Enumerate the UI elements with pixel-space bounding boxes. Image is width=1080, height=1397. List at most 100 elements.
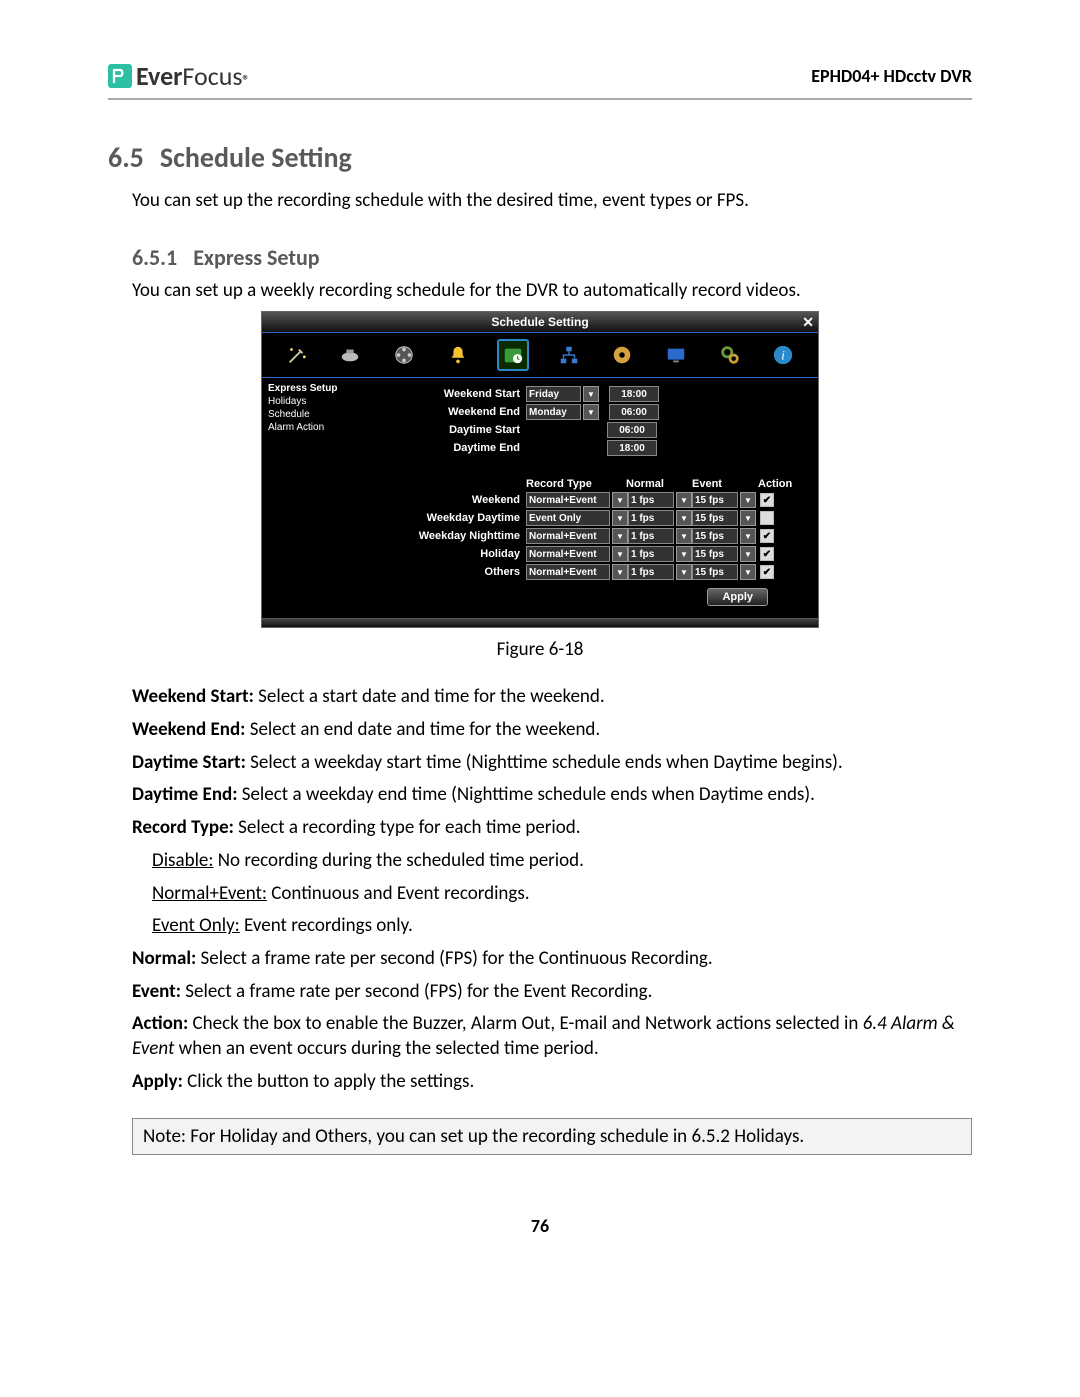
action-checkbox[interactable]: ✔ <box>760 547 774 561</box>
dropdown-icon[interactable]: ▼ <box>612 564 628 580</box>
field-label: Weekend Start <box>360 388 526 400</box>
time-field[interactable]: 18:00 <box>609 386 659 402</box>
time-field[interactable]: 06:00 <box>609 404 659 420</box>
dropdown-icon[interactable]: ▼ <box>676 546 692 562</box>
section-title: Schedule Setting <box>160 140 352 175</box>
logo-icon <box>108 63 132 87</box>
brand-text-bold: Ever <box>136 60 182 92</box>
action-checkbox[interactable] <box>760 511 774 525</box>
window-titlebar: Schedule Setting ✕ <box>262 312 818 332</box>
record-row: HolidayNormal+Event▼1 fps▼15 fps▼✔ <box>360 546 808 562</box>
dropdown-icon[interactable]: ▼ <box>612 546 628 562</box>
normal-fps-select[interactable]: 1 fps <box>628 492 674 508</box>
event-fps-select[interactable]: 15 fps <box>692 564 738 580</box>
record-type-option: Normal+Event: Continuous and Event recor… <box>152 882 972 907</box>
window-title: Schedule Setting <box>491 315 588 329</box>
apply-button[interactable]: Apply <box>707 588 768 606</box>
row-label: Weekday Daytime <box>360 512 526 524</box>
record-type-option: Event Only: Event recordings only. <box>152 914 972 939</box>
event-fps-select[interactable]: 15 fps <box>692 510 738 526</box>
subsection-heading: 6.5.1 Express Setup <box>132 244 972 271</box>
day-select[interactable]: Friday <box>526 386 581 402</box>
record-row: OthersNormal+Event▼1 fps▼15 fps▼✔ <box>360 564 808 580</box>
sidebar-item[interactable]: Alarm Action <box>268 421 344 434</box>
row-label: Weekend <box>360 494 526 506</box>
dropdown-icon[interactable]: ▼ <box>612 510 628 526</box>
dropdown-icon[interactable]: ▼ <box>740 510 756 526</box>
action-checkbox[interactable]: ✔ <box>760 565 774 579</box>
close-icon[interactable]: ✕ <box>802 314 814 331</box>
field-label: Weekend End <box>360 406 526 418</box>
record-type-select[interactable]: Normal+Event <box>526 564 610 580</box>
dropdown-icon[interactable]: ▼ <box>740 564 756 580</box>
dropdown-icon[interactable]: ▼ <box>740 546 756 562</box>
bell-icon[interactable] <box>444 341 472 369</box>
definition-item: Daytime End: Select a weekday end time (… <box>132 783 972 808</box>
row-label: Weekday Nighttime <box>360 530 526 542</box>
time-field[interactable]: 18:00 <box>607 440 657 456</box>
record-type-select[interactable]: Normal+Event <box>526 546 610 562</box>
col-header: Event <box>692 478 758 490</box>
wand-icon[interactable] <box>283 341 311 369</box>
sidebar-item[interactable]: Schedule <box>268 408 344 421</box>
gear-icon[interactable] <box>716 341 744 369</box>
definition-item: Weekend End: Select an end date and time… <box>132 718 972 743</box>
dropdown-icon[interactable]: ▼ <box>676 492 692 508</box>
dropdown-icon[interactable]: ▼ <box>676 528 692 544</box>
dropdown-icon[interactable]: ▼ <box>583 404 599 420</box>
dropdown-icon[interactable]: ▼ <box>612 492 628 508</box>
gui-sidebar: Express SetupHolidaysScheduleAlarm Actio… <box>262 378 350 618</box>
event-fps-select[interactable]: 15 fps <box>692 546 738 562</box>
normal-fps-select[interactable]: 1 fps <box>628 510 674 526</box>
page-number: 76 <box>108 1215 972 1237</box>
section-intro: You can set up the recording schedule wi… <box>132 189 972 214</box>
dropdown-icon[interactable]: ▼ <box>612 528 628 544</box>
event-fps-select[interactable]: 15 fps <box>692 492 738 508</box>
day-select[interactable]: Monday <box>526 404 581 420</box>
col-header: Record Type <box>526 478 626 490</box>
time-row: Weekend EndMonday▼ 06:00 <box>360 404 808 420</box>
sidebar-item[interactable]: Holidays <box>268 395 344 408</box>
normal-fps-select[interactable]: 1 fps <box>628 546 674 562</box>
info-icon[interactable]: i <box>769 341 797 369</box>
row-label: Others <box>360 566 526 578</box>
normal-fps-select[interactable]: 1 fps <box>628 528 674 544</box>
monitor-icon[interactable] <box>662 341 690 369</box>
record-type-select[interactable]: Normal+Event <box>526 528 610 544</box>
camera-icon[interactable] <box>336 341 364 369</box>
reel-icon[interactable] <box>390 341 418 369</box>
subsection-title: Express Setup <box>193 244 319 271</box>
subsection-number: 6.5.1 <box>132 244 177 271</box>
event-fps-select[interactable]: 15 fps <box>692 528 738 544</box>
dropdown-icon[interactable]: ▼ <box>740 492 756 508</box>
time-row: Daytime Start 06:00 <box>360 422 808 438</box>
time-row: Weekend StartFriday▼ 18:00 <box>360 386 808 402</box>
dropdown-icon[interactable]: ▼ <box>583 386 599 402</box>
field-label: Daytime Start <box>360 424 526 436</box>
col-header: Normal <box>626 478 692 490</box>
sidebar-item[interactable]: Express Setup <box>268 382 344 395</box>
definition-item: Weekend Start: Select a start date and t… <box>132 685 972 710</box>
toolbar-icons: i <box>262 332 818 378</box>
brand-logo: EverFocus® <box>108 60 250 92</box>
dropdown-icon[interactable]: ▼ <box>740 528 756 544</box>
normal-fps-select[interactable]: 1 fps <box>628 564 674 580</box>
record-row: Weekday NighttimeNormal+Event▼1 fps▼15 f… <box>360 528 808 544</box>
product-name: EPHD04+ HDcctv DVR <box>811 65 972 87</box>
record-type-select[interactable]: Event Only <box>526 510 610 526</box>
dropdown-icon[interactable]: ▼ <box>676 564 692 580</box>
record-type-select[interactable]: Normal+Event <box>526 492 610 508</box>
dropdown-icon[interactable]: ▼ <box>676 510 692 526</box>
record-type-option: Disable: No recording during the schedul… <box>152 849 972 874</box>
action-checkbox[interactable]: ✔ <box>760 493 774 507</box>
definition-item: Record Type: Select a recording type for… <box>132 816 972 841</box>
time-field[interactable]: 06:00 <box>607 422 657 438</box>
page-header: EverFocus® EPHD04+ HDcctv DVR <box>108 60 972 100</box>
disc-icon[interactable] <box>608 341 636 369</box>
note-prefix: Note: <box>143 1125 186 1148</box>
definition-item: Action: Check the box to enable the Buzz… <box>132 1012 972 1061</box>
network-icon[interactable] <box>555 341 583 369</box>
row-label: Holiday <box>360 548 526 560</box>
schedule-icon[interactable] <box>497 339 529 371</box>
action-checkbox[interactable]: ✔ <box>760 529 774 543</box>
